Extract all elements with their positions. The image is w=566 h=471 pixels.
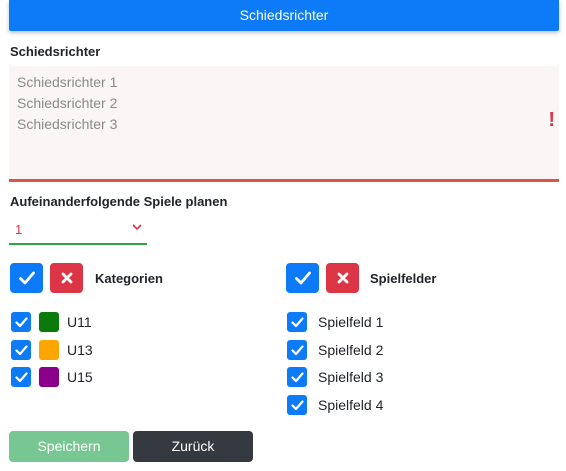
select-all-fields-button[interactable] — [286, 263, 319, 293]
fields-title: Spielfelder — [370, 271, 437, 286]
check-icon — [14, 344, 28, 355]
checkbox[interactable] — [11, 367, 31, 387]
error-icon: ! — [548, 109, 555, 131]
check-icon — [290, 399, 304, 410]
consecutive-games-select[interactable]: 1 — [9, 216, 147, 245]
save-button[interactable]: Speichern — [9, 431, 129, 462]
field-label: Spielfeld 4 — [318, 397, 384, 413]
consecutive-games-value: 1 — [15, 222, 23, 237]
select-all-categories-button[interactable] — [10, 263, 43, 293]
checkbox[interactable] — [287, 395, 307, 415]
field-row[interactable]: Spielfeld 4 — [287, 394, 383, 416]
check-icon — [14, 371, 28, 382]
field-row[interactable]: Spielfeld 2 — [287, 339, 383, 361]
category-color-swatch — [39, 340, 59, 360]
category-label: U13 — [67, 342, 93, 358]
referee-line: Schiedsrichter 2 — [17, 95, 118, 111]
checkbox[interactable] — [287, 312, 307, 332]
category-color-swatch — [39, 367, 59, 387]
category-row-u13[interactable]: U13 — [11, 339, 93, 361]
field-row[interactable]: Spielfeld 3 — [287, 366, 383, 388]
field-label: Spielfeld 3 — [318, 369, 384, 385]
referees-textarea[interactable]: Schiedsrichter 1 Schiedsrichter 2 Schied… — [9, 66, 559, 182]
deselect-all-fields-button[interactable] — [326, 263, 359, 293]
header-title-bar: Schiedsrichter — [9, 0, 559, 31]
check-icon — [294, 271, 311, 285]
chevron-down-icon — [132, 222, 142, 234]
category-label: U15 — [67, 369, 93, 385]
referee-line: Schiedsrichter 1 — [17, 74, 118, 90]
check-icon — [18, 271, 35, 285]
check-icon — [290, 344, 304, 355]
referee-line: Schiedsrichter 3 — [17, 116, 118, 132]
field-label: Spielfeld 2 — [318, 342, 384, 358]
close-icon — [337, 272, 348, 284]
checkbox[interactable] — [287, 367, 307, 387]
check-icon — [290, 371, 304, 382]
field-label: Spielfeld 1 — [318, 314, 384, 330]
close-icon — [61, 272, 72, 284]
checkbox[interactable] — [287, 340, 307, 360]
checkbox[interactable] — [11, 340, 31, 360]
field-row[interactable]: Spielfeld 1 — [287, 311, 383, 333]
category-color-swatch — [39, 312, 59, 332]
consecutive-games-label: Aufeinanderfolgende Spiele planen — [10, 194, 228, 209]
back-button[interactable]: Zurück — [133, 431, 253, 462]
category-row-u11[interactable]: U11 — [11, 311, 92, 333]
categories-title: Kategorien — [95, 271, 163, 286]
check-icon — [14, 316, 28, 327]
referees-label: Schiedsrichter — [10, 44, 101, 59]
category-label: U11 — [67, 314, 92, 330]
category-row-u15[interactable]: U15 — [11, 366, 93, 388]
checkbox[interactable] — [11, 312, 31, 332]
check-icon — [290, 316, 304, 327]
deselect-all-categories-button[interactable] — [50, 263, 83, 293]
